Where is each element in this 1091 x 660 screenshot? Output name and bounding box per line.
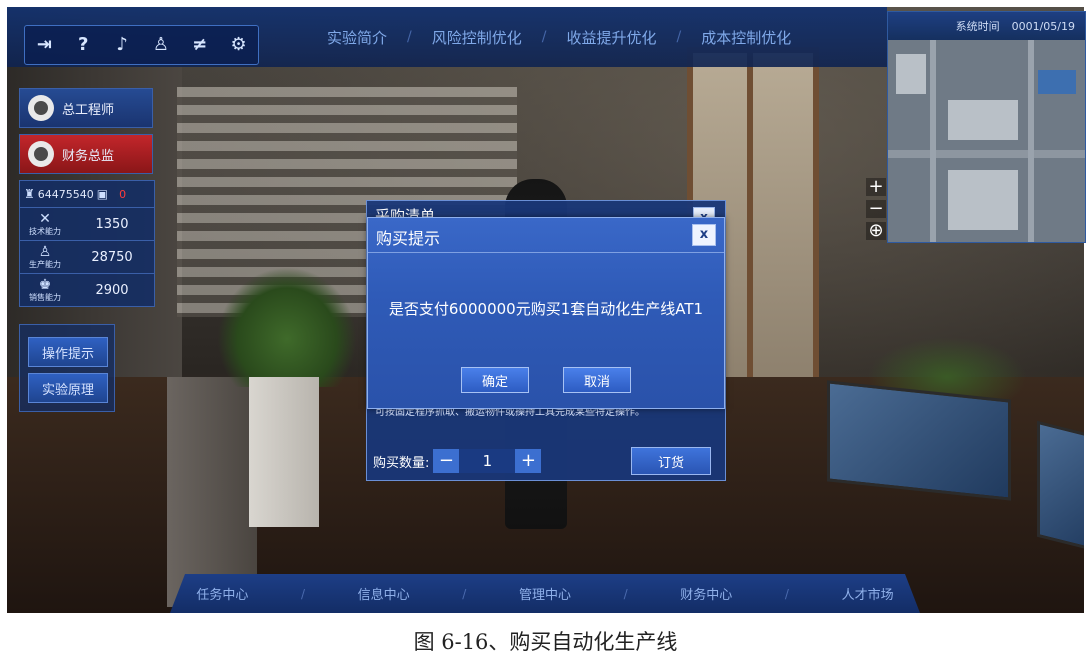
dialog-title: 购买提示	[376, 229, 441, 248]
nav-info-center[interactable]: 信息中心	[358, 584, 410, 603]
avatar	[28, 141, 54, 167]
quantity-stepper: − 1 +	[433, 449, 542, 473]
role-cfo[interactable]: 财务总监	[19, 134, 153, 174]
minimap-header: 系统时间 0001/05/19	[888, 12, 1085, 40]
person-icon	[34, 147, 48, 161]
tools-icon: ✕	[39, 211, 51, 227]
minus-button[interactable]: −	[433, 449, 460, 473]
nav-management-center[interactable]: 管理中心	[519, 584, 571, 603]
experiment-principle-button[interactable]: 实验原理	[28, 373, 108, 403]
stat-label: 生产能力	[29, 260, 61, 269]
funds-row: ♜ 64475540 ▣ 0	[20, 181, 154, 208]
person-icon	[34, 101, 48, 115]
avatar	[28, 95, 54, 121]
aux-panel: 操作提示 实验原理	[19, 324, 115, 412]
order-button[interactable]: 订货	[631, 447, 711, 475]
role-label: 总工程师	[62, 102, 115, 118]
confirm-button[interactable]: 确定	[461, 367, 529, 393]
filter-icon[interactable]: ≠	[186, 26, 214, 64]
quantity-label: 购买数量:	[373, 455, 430, 471]
toolbar-icons: ⇥ ? ♪ ♙ ≠ ⚙	[24, 25, 259, 65]
zoom-out-icon[interactable]: −	[866, 200, 886, 218]
worker-icon: ♙	[38, 244, 52, 260]
dialog-message: 是否支付6000000元购买1套自动化生产线AT1	[388, 300, 704, 318]
purchase-prompt-dialog: 购买提示 x 是否支付6000000元购买1套自动化生产线AT1 确定 取消	[367, 217, 725, 409]
map-zoom-controls: + − ⊕	[866, 178, 886, 240]
stat-label: 销售能力	[29, 293, 61, 302]
quantity-value[interactable]: 1	[459, 452, 515, 470]
role-label: 财务总监	[62, 148, 115, 164]
map-building	[948, 170, 1018, 230]
money-bag-icon: ♜	[24, 187, 35, 201]
exit-icon[interactable]: ⇥	[30, 26, 58, 64]
figure-caption: 图 6-16、购买自动化生产线	[413, 630, 678, 654]
stat-tech: ✕ 技术能力 1350	[20, 208, 154, 241]
role-chief-engineer[interactable]: 总工程师	[19, 88, 153, 128]
system-time-label: 系统时间	[955, 20, 1000, 33]
minimap[interactable]: 系统时间 0001/05/19	[887, 11, 1086, 243]
nav-separator: /	[784, 586, 789, 601]
nav-separator: /	[623, 586, 628, 601]
help-icon[interactable]: ?	[69, 26, 97, 64]
funds-value: 64475540	[37, 187, 94, 201]
top-tabs: 实验简介 / 风险控制优化 / 收益提升优化 / 成本控制优化	[307, 17, 811, 57]
door-frame	[747, 47, 753, 377]
zoom-in-icon[interactable]: +	[866, 178, 886, 196]
plus-button[interactable]: +	[515, 449, 542, 473]
map-building	[896, 54, 926, 94]
stat-production: ♙ 生产能力 28750	[20, 241, 154, 274]
nav-finance-center[interactable]: 财务中心	[680, 584, 732, 603]
tab-intro[interactable]: 实验简介	[307, 27, 407, 48]
tab-cost[interactable]: 成本控制优化	[681, 27, 811, 48]
monitor	[827, 380, 1011, 501]
system-date: 0001/05/19	[1011, 19, 1075, 33]
message-icon[interactable]: ▣	[97, 187, 108, 201]
nav-talent-market[interactable]: 人才市场	[842, 584, 894, 603]
message-count: 0	[119, 187, 127, 201]
stats-panel: ♜ 64475540 ▣ 0 ✕ 技术能力 1350 ♙ 生产能力 28750 ♚ 销…	[19, 180, 155, 307]
sales-icon: ♚	[38, 277, 52, 293]
tab-revenue[interactable]: 收益提升优化	[546, 27, 676, 48]
cabinet	[167, 377, 257, 607]
map-building	[1038, 70, 1076, 94]
monitor	[1037, 420, 1084, 554]
nav-separator: /	[462, 586, 467, 601]
top-bar: ⇥ ? ♪ ♙ ≠ ⚙ 实验简介 / 风险控制优化 / 收益提升优化 / 成本控…	[7, 7, 887, 67]
settings-icon[interactable]: ⚙	[225, 26, 253, 64]
stat-sales: ♚ 销售能力 2900	[20, 274, 154, 306]
bottom-nav: 任务中心 / 信息中心 / 管理中心 / 财务中心 / 人才市场	[170, 574, 920, 613]
nav-separator: /	[300, 586, 305, 601]
stat-label: 技术能力	[29, 227, 61, 236]
map-building	[948, 100, 1018, 140]
nav-task-center[interactable]: 任务中心	[196, 584, 248, 603]
stat-value: 1350	[95, 216, 129, 232]
map-view[interactable]	[888, 40, 1085, 242]
cancel-button[interactable]: 取消	[563, 367, 631, 393]
user-icon[interactable]: ♙	[147, 26, 175, 64]
stat-value: 28750	[91, 249, 133, 265]
locate-icon[interactable]: ⊕	[866, 222, 886, 240]
plant	[217, 267, 357, 387]
tab-risk[interactable]: 风险控制优化	[412, 27, 542, 48]
plant-pot	[249, 377, 319, 527]
close-icon[interactable]: x	[692, 224, 716, 246]
operation-tips-button[interactable]: 操作提示	[28, 337, 108, 367]
stat-value: 2900	[95, 282, 129, 298]
music-icon[interactable]: ♪	[108, 26, 136, 64]
